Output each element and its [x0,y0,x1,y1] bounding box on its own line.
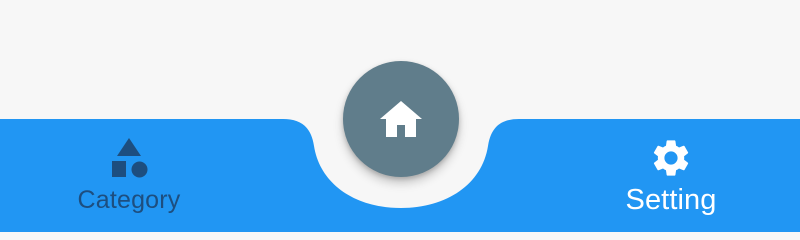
nav-label-setting: Setting [625,184,717,216]
category-shapes-icon [108,138,150,180]
nav-item-setting[interactable]: Setting [596,136,746,217]
app-screen: Category Setting [0,0,800,232]
nav-label-category: Category [77,186,181,214]
gear-icon [649,136,693,180]
nav-item-category[interactable]: Category [54,138,204,215]
home-fab-button[interactable] [343,61,459,177]
home-icon [380,101,422,137]
